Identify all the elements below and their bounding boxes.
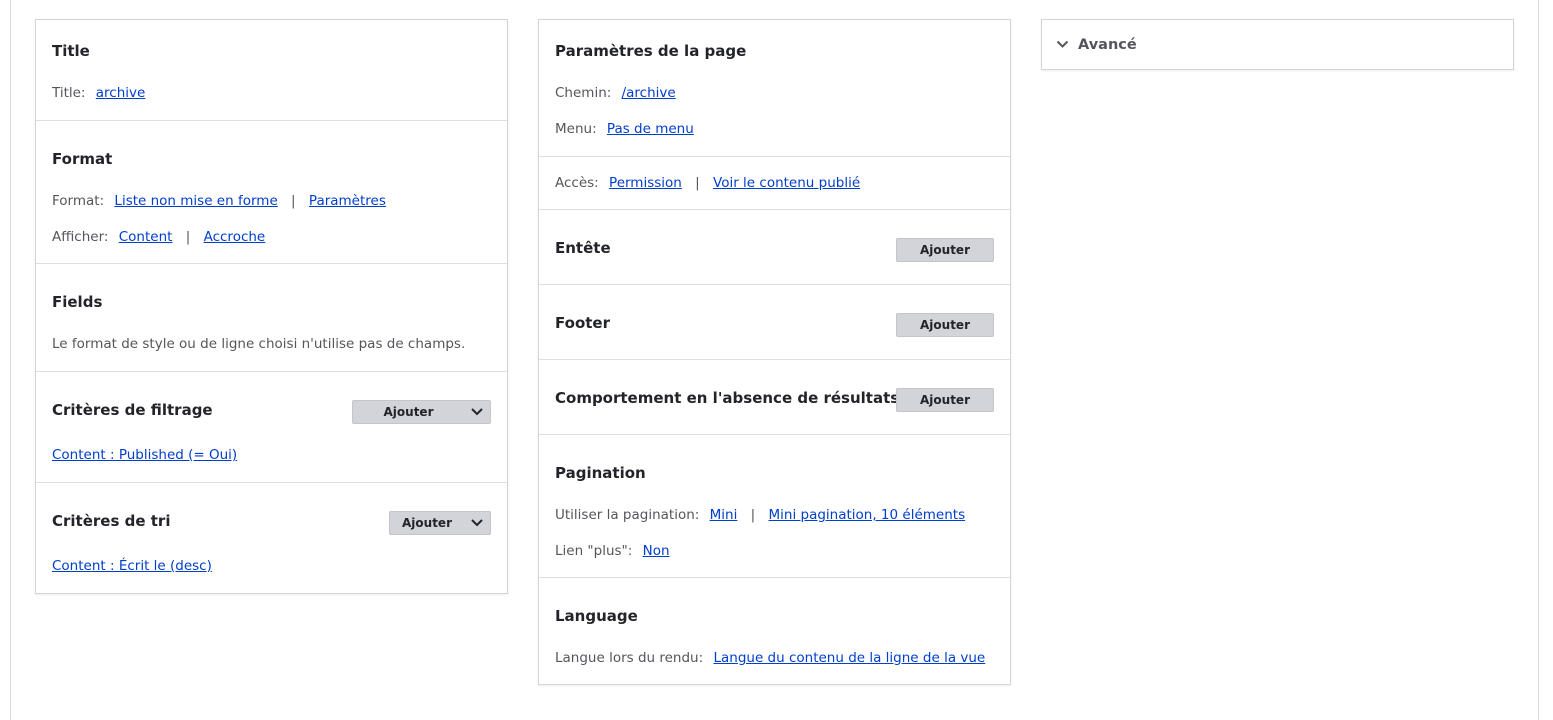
language-value-link[interactable]: Langue du contenu de la ligne de la vue	[713, 650, 985, 666]
header-add-button[interactable]: Ajouter	[896, 238, 994, 262]
format-section: Format Format: Liste non mise en forme |…	[36, 120, 507, 263]
access-label: Accès:	[555, 175, 599, 191]
header-heading: Entête	[555, 239, 611, 257]
menu-value-link[interactable]: Pas de menu	[607, 121, 694, 137]
sort-add-button[interactable]: Ajouter	[389, 511, 491, 535]
filter-item-link[interactable]: Content : Published (= Oui)	[52, 447, 237, 463]
pager-use-row: Utiliser la pagination: Mini | Mini pagi…	[555, 506, 965, 524]
filter-item-row: Content : Published (= Oui)	[52, 446, 237, 464]
pager-section: Pagination Utiliser la pagination: Mini …	[539, 434, 1010, 577]
access-row: Accès: Permission | Voir le contenu publ…	[555, 174, 860, 192]
format-heading: Format	[52, 150, 113, 168]
language-heading: Language	[555, 607, 638, 625]
advanced-label: Avancé	[1078, 36, 1137, 53]
filter-add-label: Ajouter	[383, 405, 434, 419]
fields-section: Fields Le format de style ou de ligne ch…	[36, 263, 507, 371]
format-label: Format:	[52, 193, 105, 209]
page-settings-section: Paramètres de la page Chemin: /archive M…	[539, 20, 1010, 156]
pager-use-value-link[interactable]: Mini	[710, 507, 738, 523]
show-settings-link[interactable]: Accroche	[204, 229, 266, 245]
path-label: Chemin:	[555, 85, 612, 101]
show-row: Afficher: Content | Accroche	[52, 228, 265, 246]
column-first: Title Title: archive Format Format: List…	[35, 19, 508, 594]
footer-heading: Footer	[555, 314, 610, 332]
sort-heading: Critères de tri	[52, 512, 171, 530]
language-row: Langue lors du rendu: Langue du contenu …	[555, 649, 985, 667]
menu-row: Menu: Pas de menu	[555, 120, 694, 138]
separator: |	[750, 507, 756, 523]
pager-more-row: Lien "plus": Non	[555, 542, 670, 560]
column-third: Avancé	[1041, 19, 1514, 70]
sort-add-label: Ajouter	[402, 516, 452, 530]
empty-results-section: Comportement en l'absence de résultats A…	[539, 359, 1010, 434]
language-section: Language Langue lors du rendu: Langue du…	[539, 577, 1010, 684]
filter-heading: Critères de filtrage	[52, 401, 213, 419]
title-row: Title: archive	[52, 84, 145, 102]
title-section: Title Title: archive	[36, 20, 507, 120]
sort-item-row: Content : Écrit le (desc)	[52, 557, 212, 575]
sort-section: Critères de tri Ajouter Content : Écrit …	[36, 482, 507, 593]
sort-item-link[interactable]: Content : Écrit le (desc)	[52, 558, 212, 574]
page-settings-heading: Paramètres de la page	[555, 42, 747, 60]
empty-results-add-button[interactable]: Ajouter	[896, 388, 994, 412]
path-value-link[interactable]: /archive	[622, 85, 676, 101]
show-label: Afficher:	[52, 229, 109, 245]
footer-section: Footer Ajouter	[539, 284, 1010, 359]
pager-heading: Pagination	[555, 464, 646, 482]
filter-section: Critères de filtrage Ajouter Content : P…	[36, 371, 507, 482]
title-value-link[interactable]: archive	[96, 85, 146, 101]
format-row: Format: Liste non mise en forme | Paramè…	[52, 192, 386, 210]
column-second: Paramètres de la page Chemin: /archive M…	[538, 19, 1011, 685]
fields-note: Le format de style ou de ligne choisi n'…	[52, 336, 466, 352]
access-value-link[interactable]: Permission	[609, 175, 682, 191]
filter-add-button[interactable]: Ajouter	[352, 400, 491, 424]
format-value-link[interactable]: Liste non mise en forme	[114, 193, 277, 209]
footer-add-button[interactable]: Ajouter	[896, 313, 994, 337]
show-value-link[interactable]: Content	[119, 229, 173, 245]
menu-label: Menu:	[555, 121, 597, 137]
pager-detail-link[interactable]: Mini pagination, 10 éléments	[769, 507, 966, 523]
pager-use-label: Utiliser la pagination:	[555, 507, 700, 523]
advanced-toggle[interactable]: Avancé	[1042, 20, 1513, 69]
header-section: Entête Ajouter	[539, 209, 1010, 284]
pager-more-value-link[interactable]: Non	[643, 543, 670, 559]
path-row: Chemin: /archive	[555, 84, 676, 102]
fields-heading: Fields	[52, 293, 103, 311]
separator: |	[185, 229, 191, 245]
format-settings-link[interactable]: Paramètres	[309, 193, 386, 209]
chevron-down-icon[interactable]	[464, 512, 490, 534]
separator: |	[695, 175, 700, 191]
language-label: Langue lors du rendu:	[555, 650, 704, 666]
access-section: Accès: Permission | Voir le contenu publ…	[539, 156, 1010, 209]
access-extra-link[interactable]: Voir le contenu publié	[713, 175, 860, 191]
title-heading: Title	[52, 42, 90, 60]
chevron-down-icon[interactable]	[464, 401, 490, 423]
title-label: Title:	[52, 85, 86, 101]
empty-results-heading: Comportement en l'absence de résultats	[555, 389, 900, 407]
pager-more-label: Lien "plus":	[555, 543, 633, 559]
chevron-down-icon	[1056, 40, 1069, 48]
separator: |	[291, 193, 296, 209]
